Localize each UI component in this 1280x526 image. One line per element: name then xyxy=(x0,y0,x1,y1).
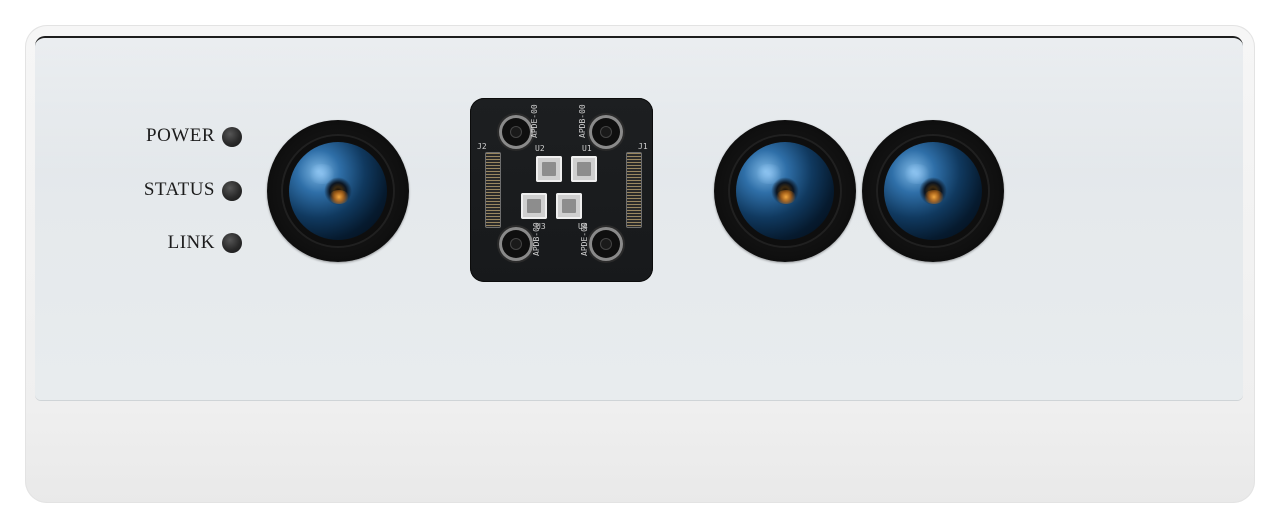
power-led-icon xyxy=(222,127,242,147)
sensor-chip-u2 xyxy=(536,156,562,182)
mount-hole-icon xyxy=(502,230,530,258)
chip-label-u1: U1 xyxy=(582,144,592,153)
silk-label: APDE-00 xyxy=(530,104,539,138)
chip-label-u2: U2 xyxy=(535,144,545,153)
mount-hole-icon xyxy=(592,230,620,258)
mount-hole-icon xyxy=(502,118,530,146)
connector-j2 xyxy=(485,152,501,228)
sensor-chip-u4 xyxy=(556,193,582,219)
connector-label-j1: J1 xyxy=(638,142,648,151)
status-led-icon xyxy=(222,181,242,201)
sensor-chip-u3 xyxy=(521,193,547,219)
connector-label-j2: J2 xyxy=(477,142,487,151)
sensor-chip-u1 xyxy=(571,156,597,182)
chip-label-u3: U3 xyxy=(536,222,546,231)
far-right-camera-lens-icon xyxy=(862,120,1004,262)
link-led-icon xyxy=(222,233,242,253)
chip-label-u4: U4 xyxy=(578,222,588,231)
mount-hole-icon xyxy=(592,118,620,146)
led-label-status: STATUS xyxy=(143,179,215,200)
sensor-board: APDE-00 APDB-00 APDB-00 APDE-00 J2 J1 U2… xyxy=(470,98,653,282)
led-label-power: POWER xyxy=(146,125,215,146)
connector-j1 xyxy=(626,152,642,228)
led-label-link: LINK xyxy=(167,232,215,253)
silk-label: APDB-00 xyxy=(578,104,587,138)
right-camera-lens-icon xyxy=(714,120,856,262)
left-camera-lens-icon xyxy=(267,120,409,262)
